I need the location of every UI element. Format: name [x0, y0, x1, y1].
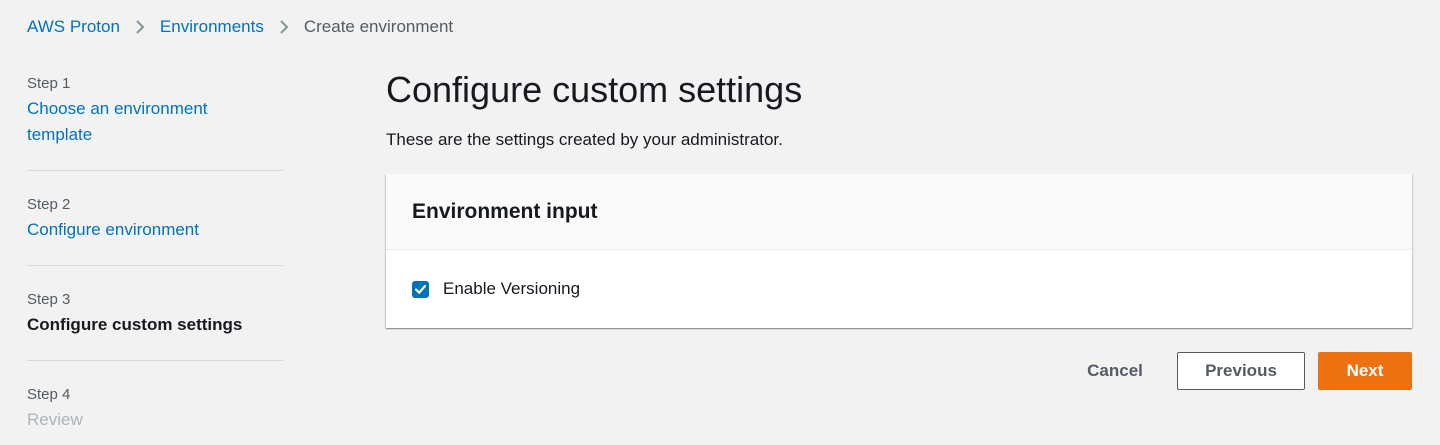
breadcrumb-item-create-environment: Create environment [303, 17, 454, 36]
wizard-step-3: Step 3 Configure custom settings [27, 266, 283, 361]
breadcrumb: AWS Proton Environments Create environme… [27, 15, 453, 39]
step-number: Step 4 [27, 386, 71, 403]
page: AWS Proton Environments Create environme… [0, 0, 1440, 445]
step-number: Step 3 [27, 291, 71, 308]
breadcrumb-item-environments[interactable]: Environments [160, 17, 264, 37]
wizard-step-2: Step 2 Configure environment [27, 171, 283, 266]
wizard-step-4: Step 4 Review [27, 361, 283, 445]
step-number: Step 2 [27, 196, 71, 213]
panel-header: Environment input [386, 174, 1412, 250]
breadcrumb-item-aws-proton[interactable]: AWS Proton [27, 17, 120, 37]
enable-versioning-option[interactable]: Enable Versioning [412, 279, 580, 299]
panel-body: Enable Versioning [386, 250, 1412, 328]
wizard-steps: Step 1 Choose an environment template St… [27, 72, 283, 445]
step-number: Step 1 [27, 75, 71, 92]
wizard-step-1: Step 1 Choose an environment template [27, 72, 283, 171]
step-review-disabled: Review [27, 410, 83, 429]
checkmark-icon [414, 284, 427, 294]
page-description: These are the settings created by your a… [386, 130, 783, 149]
main-content: Configure custom settings These are the … [386, 66, 1412, 390]
next-button[interactable]: Next [1318, 352, 1412, 390]
previous-button[interactable]: Previous [1177, 352, 1305, 390]
enable-versioning-checkbox[interactable] [412, 280, 429, 298]
wizard-actions: Cancel Previous Next [1071, 352, 1412, 390]
cancel-button[interactable]: Cancel [1071, 352, 1159, 390]
page-title: Configure custom settings [386, 69, 803, 110]
environment-input-panel: Environment input Enable Versioning [386, 174, 1412, 328]
step-link-configure-environment[interactable]: Configure environment [27, 217, 283, 243]
step-current-configure-custom-settings: Configure custom settings [27, 315, 243, 334]
checkbox-label: Enable Versioning [443, 279, 581, 298]
chevron-right-icon [264, 19, 304, 35]
step-link-choose-template[interactable]: Choose an environment template [27, 96, 237, 148]
panel-title: Environment input [412, 199, 598, 223]
chevron-right-icon [120, 19, 160, 35]
